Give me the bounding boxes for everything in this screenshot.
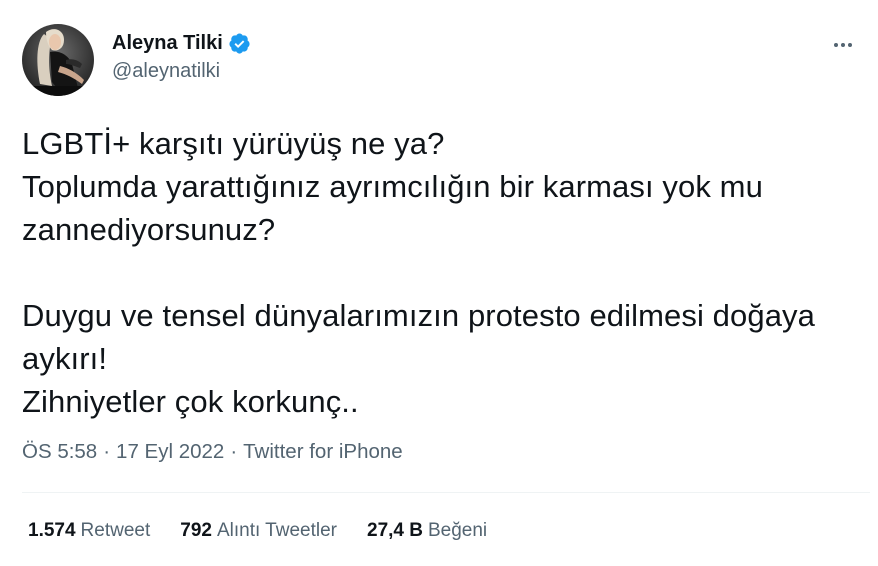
display-name[interactable]: Aleyna Tilki bbox=[112, 32, 223, 55]
quotes-label: Alıntı Tweetler bbox=[216, 520, 337, 541]
meta-separator: · bbox=[230, 440, 238, 463]
quotes-stat[interactable]: 792 Alıntı Tweetler bbox=[180, 520, 337, 542]
meta-separator: · bbox=[103, 440, 111, 463]
verified-badge-icon bbox=[228, 32, 251, 55]
tweet-card: Aleyna Tilki @aleynatilki LGBTİ+ karşıtı… bbox=[0, 0, 878, 566]
avatar-photo bbox=[22, 24, 94, 96]
author-info: Aleyna Tilki @aleynatilki bbox=[112, 30, 251, 83]
user-handle[interactable]: @aleynatilki bbox=[112, 60, 251, 83]
tweet-source[interactable]: Twitter for iPhone bbox=[243, 440, 403, 464]
tweet-text: LGBTİ+ karşıtı yürüyüş ne ya? Toplumda y… bbox=[22, 126, 815, 419]
retweets-count: 1.574 bbox=[28, 520, 76, 541]
name-row: Aleyna Tilki bbox=[112, 30, 251, 56]
likes-count: 27,4 B bbox=[367, 520, 423, 541]
tweet-time[interactable]: ÖS 5:58 bbox=[22, 440, 97, 464]
divider bbox=[22, 492, 870, 493]
likes-label: Beğeni bbox=[427, 520, 488, 541]
likes-stat[interactable]: 27,4 B Beğeni bbox=[367, 520, 487, 542]
retweets-stat[interactable]: 1.574 Retweet bbox=[28, 520, 150, 542]
tweet-meta: ÖS 5:58 · 17 Eyl 2022 · Twitter for iPho… bbox=[22, 440, 403, 464]
more-options-icon[interactable] bbox=[826, 28, 860, 62]
tweet-date[interactable]: 17 Eyl 2022 bbox=[116, 440, 224, 464]
quotes-count: 792 bbox=[180, 520, 212, 541]
tweet-stats: 1.574 Retweet 792 Alıntı Tweetler 27,4 B… bbox=[28, 520, 517, 542]
tweet-header: Aleyna Tilki @aleynatilki bbox=[22, 24, 860, 96]
avatar[interactable] bbox=[22, 24, 94, 96]
retweets-label: Retweet bbox=[80, 520, 151, 541]
